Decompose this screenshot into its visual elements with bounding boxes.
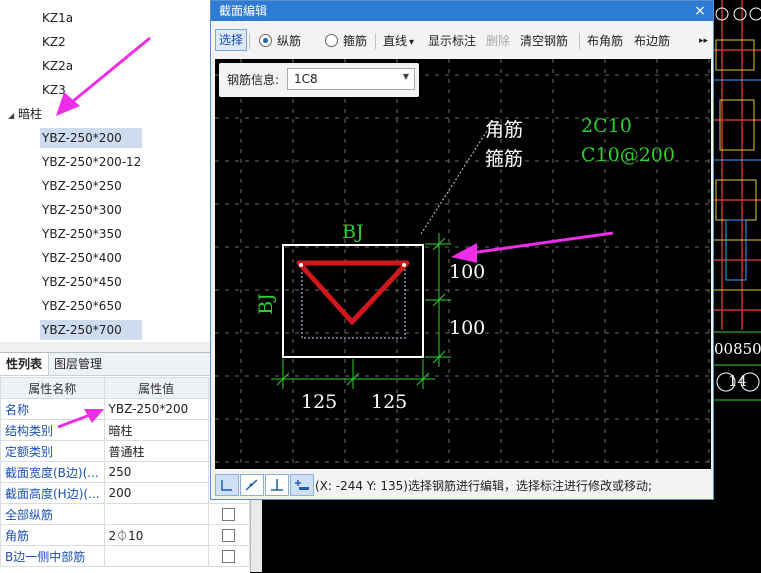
section-canvas[interactable]: 钢筋信息: 1C8 ▼ 角筋 2C10 箍筋 C10@200 BJ BJ 100… (215, 59, 711, 469)
line-label: 直线 (383, 34, 408, 48)
radio-icon (325, 34, 338, 47)
toolbar-separator (249, 33, 250, 49)
line-dropdown[interactable]: 直线 ▾ (383, 31, 414, 51)
section-edit-dialog: 截面编辑 × 选择 纵筋 箍筋 直线 ▾ 显示标注 删除 清空钢筋 布角筋 布边筋… (210, 0, 714, 500)
dialog-title: 截面编辑 (219, 4, 268, 18)
leader-line (420, 130, 488, 235)
steel-info-label: 钢筋信息: (227, 73, 280, 87)
cad-background-drawing (712, 0, 761, 401)
bj-left-label: BJ (254, 293, 277, 315)
status-message: (X: -244 Y: 135)选择钢筋进行编辑，选择标注进行修改或移动; (315, 479, 653, 493)
select-button[interactable]: 选择 (215, 29, 248, 51)
steel-info-bar: 钢筋信息: 1C8 ▼ (219, 63, 419, 97)
dialog-titlebar[interactable]: 截面编辑 × (211, 1, 713, 21)
dimension-right-1[interactable]: 100 (449, 261, 485, 283)
place-edge-rebar-button[interactable]: 布边筋 (634, 31, 670, 51)
radio-selected-icon (259, 34, 272, 47)
toolbar-separator (579, 33, 580, 49)
dialog-statusbar: (X: -244 Y: 135)选择钢筋进行编辑，选择标注进行修改或移动; (211, 471, 713, 499)
component-tree: KZ1a KZ2 KZ2a KZ3 ◢ 暗柱 YBZ-250*200 YBZ-25… (0, 0, 211, 342)
steel-info-select[interactable]: 1C8 ▼ (287, 68, 415, 90)
corner-rebar-label: 角筋 (485, 119, 524, 141)
stirrup-label: 箍筋 (343, 34, 368, 48)
dimension-bottom-1[interactable]: 125 (301, 391, 337, 413)
dimension-bottom-2[interactable]: 125 (371, 391, 407, 413)
bj-top-label: BJ (342, 221, 364, 243)
cad-axis-label: 14 (728, 372, 748, 390)
show-label-button[interactable]: 显示标注 (428, 31, 476, 51)
inner-cover-outline (301, 263, 406, 339)
snap-mode-icon[interactable] (240, 474, 264, 496)
longitudinal-label: 纵筋 (277, 34, 302, 48)
annotation-arrow-canvas (470, 231, 614, 255)
chevron-down-icon: ▼ (402, 72, 409, 81)
corner-rebar-dot (402, 263, 406, 267)
dialog-toolbar: 选择 纵筋 箍筋 直线 ▾ 显示标注 删除 清空钢筋 布角筋 布边筋 ▸▸ (211, 27, 713, 55)
corner-rebar-dot (299, 263, 303, 267)
dimension-right-2[interactable]: 100 (449, 317, 485, 339)
delete-button[interactable]: 删除 (486, 31, 510, 51)
annotation-arrowhead (451, 243, 477, 263)
toolbar-separator (375, 33, 376, 49)
stirrup-rebar (296, 260, 410, 325)
stirrup-label: 箍筋 (485, 148, 524, 170)
ortho-mode-icon[interactable] (215, 474, 239, 496)
place-corner-rebar-button[interactable]: 布角筋 (587, 31, 623, 51)
cad-dimension-label: 00850 (714, 340, 761, 358)
dimension-mode-icon[interactable] (290, 474, 314, 496)
close-button[interactable]: × (693, 1, 707, 21)
steel-info-value: 1C8 (294, 72, 318, 86)
stirrup-radio[interactable]: 箍筋 (325, 31, 367, 51)
longitudinal-radio[interactable]: 纵筋 (259, 31, 301, 51)
toolbar-overflow-icon[interactable]: ▸▸ (699, 31, 708, 51)
perpendicular-mode-icon[interactable] (265, 474, 289, 496)
cad-background: 00850 14 (712, 0, 761, 572)
corner-rebar-value[interactable]: 2C10 (581, 115, 632, 137)
chevron-down-icon: ▾ (409, 37, 415, 48)
annotation-arrow-tree (56, 36, 151, 116)
stirrup-value[interactable]: C10@200 (581, 144, 675, 166)
clear-rebar-button[interactable]: 清空钢筋 (520, 31, 568, 51)
